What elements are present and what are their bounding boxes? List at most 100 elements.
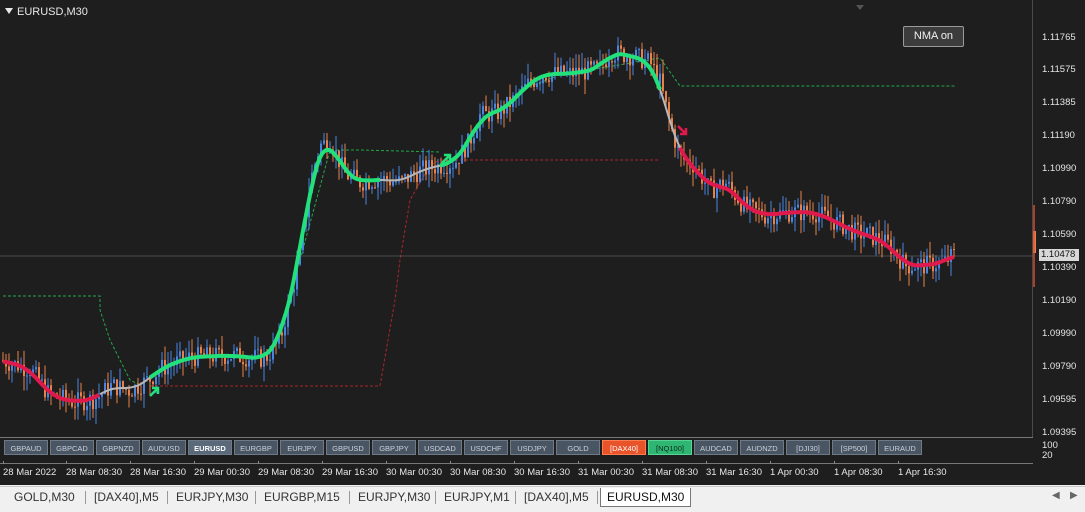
symbol-button-gbpjpy[interactable]: GBPJPY [372,440,416,455]
symbol-button-eurjpy[interactable]: EURJPY [280,440,324,455]
chart-tab[interactable]: EURJPY,M30 [352,488,436,506]
symbol-button-gbpaud[interactable]: GBPAUD [4,440,48,455]
candle-body [200,347,202,354]
candle-body [614,60,616,63]
signal-line-red [150,159,660,387]
candle-body [821,206,823,215]
candle-body [638,49,640,51]
nma-line-up-segment [148,147,381,380]
time-axis-label: 30 Mar 08:30 [450,467,506,478]
candle-body [608,61,610,67]
time-axis-tick [450,461,451,464]
symbol-button-dji30[interactable]: [DJI30] [786,440,830,455]
candle-body [8,366,10,371]
candle-body [389,180,391,186]
candle-body [824,206,826,211]
candle-body [248,360,250,367]
candle-body [728,181,730,184]
chart-tab[interactable]: GOLD,M30 [8,488,81,506]
time-axis-tick [386,461,387,464]
symbol-button-gbpcad[interactable]: GBPCAD [50,440,94,455]
symbol-button-audusd[interactable]: AUDUSD [142,440,186,455]
symbol-button-gbpnzd[interactable]: GBPNZD [96,440,140,455]
candle-body [791,217,793,222]
candle-body [26,375,28,377]
price-axis-label: 1.10990 [1042,163,1077,174]
candle-body [869,226,871,228]
candle-body [731,181,733,191]
candle-body [362,187,364,191]
tab-scroll-right-icon[interactable]: ▶ [1070,490,1078,501]
chart-tab[interactable]: EURJPY,M1 [438,488,516,506]
time-axis-label: 29 Mar 16:30 [322,467,378,478]
candle-body [698,169,700,171]
time-axis-tick [322,461,323,464]
symbol-title-text: EURUSD,M30 [17,6,88,18]
chart-tab[interactable]: [DAX40],M5 [518,488,595,506]
tab-separator [515,491,516,504]
candle-body [776,218,778,225]
price-axis-label: 1.11385 [1042,97,1076,108]
current-price-label: 1.10478 [1039,249,1079,261]
symbol-button-usdchf[interactable]: USDCHF [464,440,508,455]
candle-body [41,379,43,381]
time-axis-label: 28 Mar 2022 [3,467,57,478]
time-axis-tick [194,461,195,464]
symbol-button-usdjpy[interactable]: USDJPY [510,440,554,455]
symbol-button-sp500[interactable]: [SP500] [832,440,876,455]
candle-body [449,168,451,174]
time-axis-tick [66,461,67,464]
candle-body [494,103,496,109]
time-axis-tick [642,461,643,464]
candle-body [419,166,421,182]
symbol-button-gbpusd[interactable]: GBPUSD [326,440,370,455]
symbol-button-nq100[interactable]: [NQ100] [648,440,692,455]
candle-body [797,204,799,208]
candle-body [425,160,427,175]
candle-body [710,178,712,181]
candle-body [548,80,550,82]
time-axis-tick [130,461,131,464]
price-chart[interactable] [0,0,1033,437]
candle-body [650,53,652,64]
time-axis-label: 29 Mar 00:30 [194,467,250,478]
candle-body [86,405,88,411]
candle-body [458,162,460,164]
pane-divider[interactable] [0,437,1033,438]
symbol-button-euraud[interactable]: EURAUD [878,440,922,455]
chart-window[interactable]: EURUSD,M30 NMA on 1.11765 1.11575 1.11385 1… [0,0,1085,485]
nma-line-up-segment [439,52,662,168]
candle-body [323,140,325,144]
indicator-label-bottom: 20 [1042,450,1053,461]
candle-body [155,376,157,385]
candle-body [755,202,757,209]
symbol-button-dax40[interactable]: [DAX40] [602,440,646,455]
price-axis-label: 1.10390 [1042,262,1077,273]
candle-body [647,53,649,59]
tab-scroll-left-icon[interactable]: ◀ [1052,490,1060,501]
candle-body [257,349,259,351]
symbol-title[interactable]: EURUSD,M30 [5,6,88,18]
time-axis-tick [578,461,579,464]
candle-body [545,78,547,81]
symbol-button-usdcad[interactable]: USDCAD [418,440,462,455]
candle-body [227,360,229,365]
candle-body [620,45,622,49]
symbol-button-eurusd[interactable]: EURUSD [188,440,232,455]
candle-body [758,208,760,210]
symbol-button-eurgbp[interactable]: EURGBP [234,440,278,455]
chart-tab[interactable]: EURJPY,M30 [170,488,254,506]
symbol-button-gold[interactable]: GOLD [556,440,600,455]
chart-tab[interactable]: [DAX40],M5 [88,488,165,506]
symbol-button-audnzd[interactable]: AUDNZD [740,440,784,455]
chart-tab[interactable]: EURGBP,M15 [258,488,346,506]
symbol-button-audcad[interactable]: AUDCAD [694,440,738,455]
nma-toggle-button[interactable]: NMA on [903,26,964,47]
candle-body [653,63,655,65]
time-axis-tick [770,461,771,464]
candle-body [146,376,148,378]
candle-body [131,395,133,397]
chart-tab[interactable]: EURUSD,M30 [600,488,692,507]
candle-body [446,172,448,174]
dropdown-triangle-icon[interactable] [5,8,13,14]
